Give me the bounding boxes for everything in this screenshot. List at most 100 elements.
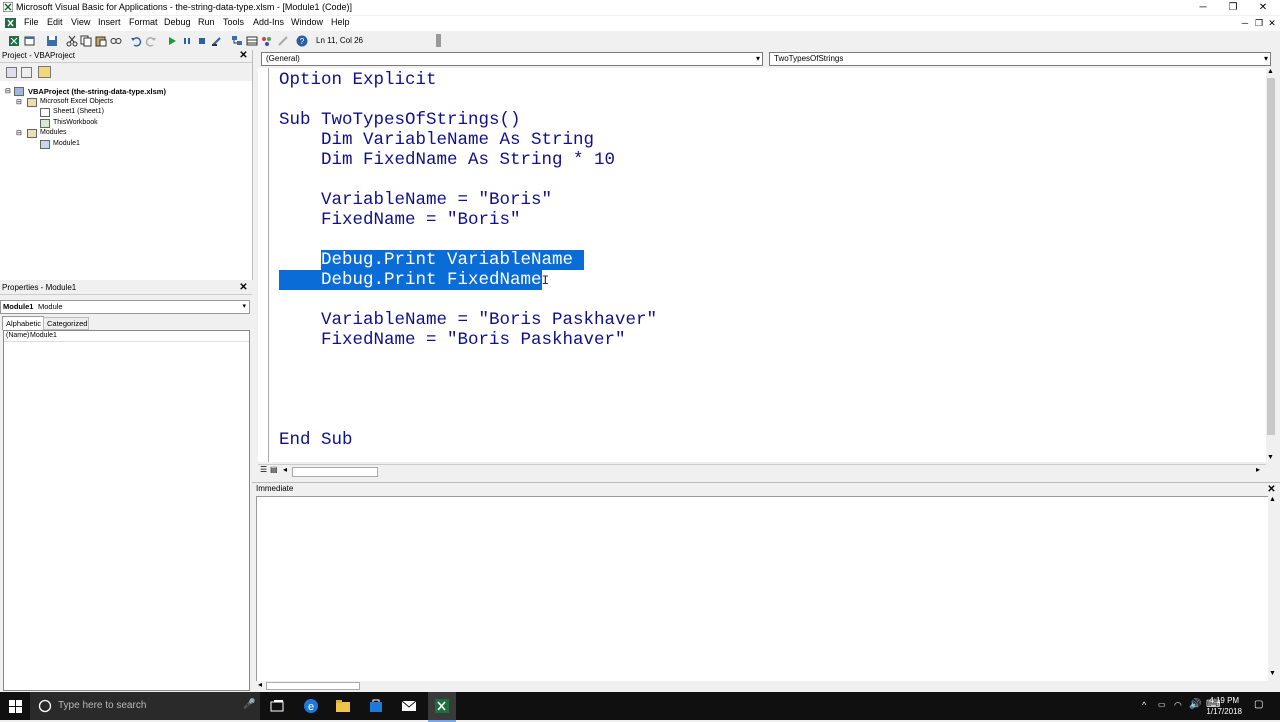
tree-item-thisworkbook[interactable]: ThisWorkbook	[53, 119, 98, 126]
design-mode-icon[interactable]	[211, 35, 223, 47]
expand-objects-icon[interactable]: ⊟	[16, 98, 22, 106]
show-hidden-icons-icon[interactable]: ^	[1142, 700, 1146, 710]
scroll-down-icon[interactable]: ▼	[1269, 670, 1276, 677]
toggle-folders-icon[interactable]	[38, 66, 51, 78]
insert-module-icon[interactable]	[24, 35, 36, 47]
minimize-button[interactable]: ─	[1188, 0, 1218, 15]
taskbar-search-box[interactable]: Type here to search 🎤	[30, 692, 260, 720]
code-line-5[interactable]: Dim FixedName As String * 10	[279, 150, 615, 170]
code-line-1[interactable]: Option Explicit	[279, 70, 437, 90]
property-value[interactable]: Module1	[30, 332, 57, 339]
scroll-up-icon[interactable]: ▲	[1267, 68, 1274, 75]
toolbar-grip[interactable]	[436, 34, 441, 47]
file-explorer-icon[interactable]	[334, 697, 352, 715]
view-object-icon[interactable]	[21, 67, 32, 78]
excel-view-icon[interactable]	[4, 17, 17, 29]
full-module-view-icon[interactable]: ▤	[270, 465, 278, 474]
menu-view[interactable]: View	[71, 17, 90, 27]
procedure-combo[interactable]: TwoTypesOfStrings ▾	[769, 52, 1271, 66]
find-icon[interactable]	[110, 35, 122, 47]
immediate-window[interactable]	[256, 496, 1270, 682]
procedure-view-icon[interactable]: ☰	[260, 465, 267, 474]
code-line-8[interactable]: FixedName = "Boris"	[279, 210, 521, 230]
tab-categorized[interactable]: Categorized	[43, 317, 89, 330]
code-editor[interactable]: Option Explicit Sub TwoTypesOfStrings() …	[258, 68, 1267, 462]
menu-edit[interactable]: Edit	[47, 17, 63, 27]
menu-debug[interactable]: Debug	[164, 17, 191, 27]
project-explorer-icon[interactable]	[231, 35, 243, 47]
tab-alphabetic[interactable]: Alphabetic	[2, 316, 44, 330]
menu-insert[interactable]: Insert	[98, 17, 121, 27]
chevron-down-icon[interactable]: ▾	[756, 54, 760, 63]
code-line-4[interactable]: Dim VariableName As String	[279, 130, 594, 150]
code-line-10[interactable]: Debug.Print VariableName	[279, 250, 584, 270]
code-line-14[interactable]: FixedName = "Boris Paskhaver"	[279, 330, 626, 350]
cut-icon[interactable]	[66, 35, 78, 47]
object-browser-icon[interactable]	[261, 35, 273, 47]
taskbar-clock[interactable]: 4:19 PM 1/17/2018	[1206, 695, 1242, 717]
wifi-icon[interactable]: ◠	[1174, 700, 1182, 711]
menu-add-ins[interactable]: Add-Ins	[253, 17, 284, 27]
selected-text[interactable]: Debug.Print VariableName	[321, 250, 584, 270]
chevron-down-icon[interactable]: ▾	[1264, 54, 1268, 63]
restore-button[interactable]: ❐	[1218, 0, 1248, 15]
menu-run[interactable]: Run	[198, 17, 215, 27]
run-icon[interactable]	[166, 35, 178, 47]
code-line-11[interactable]: Debug.Print FixedNameI	[279, 270, 549, 291]
code-line-13[interactable]: VariableName = "Boris Paskhaver"	[279, 310, 657, 330]
taskbar-excel-button[interactable]	[428, 692, 456, 722]
object-selector[interactable]: Module1 Module ▾	[0, 300, 250, 314]
close-icon[interactable]: ✕	[238, 282, 249, 293]
tree-item-modules[interactable]: Modules	[40, 129, 66, 136]
mail-icon[interactable]	[400, 697, 418, 715]
scroll-right-icon[interactable]: ▸	[1256, 465, 1260, 474]
immediate-vertical-scrollbar[interactable]: ▲ ▼	[1268, 496, 1278, 682]
scroll-up-icon[interactable]: ▲	[1269, 496, 1276, 503]
menu-help[interactable]: Help	[331, 17, 350, 27]
object-combo[interactable]: (General) ▾	[261, 52, 763, 66]
scroll-left-icon[interactable]: ◂	[258, 680, 262, 689]
help-icon[interactable]: ?	[296, 35, 308, 47]
view-excel-icon[interactable]	[8, 35, 20, 47]
mdi-close-icon[interactable]: ✕	[1265, 17, 1279, 29]
break-icon[interactable]	[181, 35, 193, 47]
scroll-left-icon[interactable]: ◂	[283, 465, 287, 474]
reset-icon[interactable]	[196, 35, 208, 47]
expand-root-icon[interactable]: ⊟	[5, 87, 11, 95]
scroll-thumb[interactable]	[292, 467, 378, 477]
scroll-down-icon[interactable]: ▼	[1267, 454, 1274, 461]
mdi-minimize-icon[interactable]: ─	[1238, 17, 1252, 29]
property-row[interactable]: (Name) Module1	[4, 331, 249, 342]
tree-item-module1[interactable]: Module1	[53, 140, 80, 147]
windows-start-icon[interactable]	[9, 700, 22, 713]
undo-icon[interactable]	[130, 35, 142, 47]
view-code-icon[interactable]	[6, 67, 17, 78]
properties-window-icon[interactable]	[246, 35, 258, 47]
chevron-down-icon[interactable]: ▾	[242, 302, 246, 310]
task-view-icon[interactable]	[268, 697, 286, 715]
code-line-7[interactable]: VariableName = "Boris"	[279, 190, 552, 210]
edge-browser-icon[interactable]: e	[302, 697, 320, 715]
close-icon[interactable]: ✕	[238, 50, 249, 61]
volume-icon[interactable]: 🔊	[1189, 699, 1201, 710]
code-horizontal-scrollbar[interactable]: ☰ ▤ ◂ ▸	[258, 464, 1266, 477]
menu-window[interactable]: Window	[291, 17, 323, 27]
scroll-thumb[interactable]	[266, 682, 360, 690]
code-vertical-scrollbar[interactable]: ▲ ▼	[1266, 68, 1276, 464]
tree-item-excel-objects[interactable]: Microsoft Excel Objects	[40, 98, 113, 105]
menu-file[interactable]: File	[24, 17, 39, 27]
mdi-restore-icon[interactable]: ❐	[1252, 17, 1266, 29]
notifications-icon[interactable]: ▢	[1254, 699, 1263, 710]
code-line-3[interactable]: Sub TwoTypesOfStrings()	[279, 110, 521, 130]
menu-tools[interactable]: Tools	[223, 17, 244, 27]
save-icon[interactable]	[46, 35, 58, 47]
scroll-thumb[interactable]	[1267, 78, 1275, 435]
menu-format[interactable]: Format	[129, 17, 158, 27]
close-button[interactable]: ✕	[1248, 0, 1278, 15]
tree-item-vbaproject[interactable]: VBAProject (the-string-data-type.xlsm)	[28, 87, 166, 96]
network-icon[interactable]: ▭	[1158, 700, 1166, 709]
toolbox-icon[interactable]	[277, 35, 289, 47]
selected-text[interactable]: Debug.Print FixedName	[279, 270, 542, 290]
paste-icon[interactable]	[95, 35, 107, 47]
tree-item-sheet1[interactable]: Sheet1 (Sheet1)	[53, 108, 104, 115]
